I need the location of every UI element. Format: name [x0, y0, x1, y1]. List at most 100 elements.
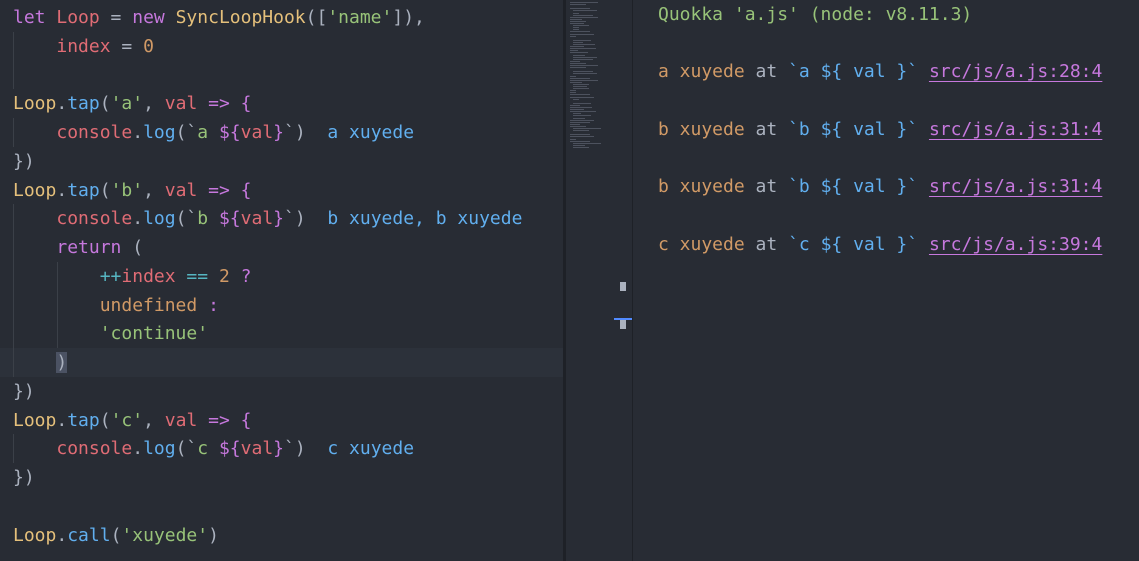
- minimap-line: [570, 75, 576, 77]
- code-token: ,: [143, 93, 165, 115]
- code-token: .: [56, 179, 68, 201]
- minimap-line: [573, 102, 591, 104]
- minimap[interactable]: [566, 0, 614, 561]
- code-line[interactable]: let Loop = new SyncLoopHook(['name']),: [0, 3, 563, 32]
- code-token: .: [132, 122, 144, 143]
- source-location-link[interactable]: src/js/a.js:28:4: [929, 61, 1102, 82]
- minimap-line: [570, 60, 580, 62]
- output-entry: a xuyede at `a ${ val }` src/js/a.js:28:…: [658, 57, 1102, 86]
- quokka-output-pane[interactable]: Quokka 'a.js' (node: v8.11.3) a xuyede a…: [633, 0, 1139, 561]
- minimap-line: [570, 119, 594, 121]
- minimap-line: [570, 79, 598, 81]
- source-location-link[interactable]: src/js/a.js:39:4: [929, 234, 1102, 255]
- source-location-link[interactable]: src/js/a.js:31:4: [929, 119, 1102, 140]
- output-value: a xuyede: [658, 61, 745, 82]
- code-token: ,: [143, 409, 165, 431]
- output-at-label: at: [744, 176, 789, 197]
- code-token: console: [56, 122, 133, 143]
- code-token: tap: [67, 93, 100, 115]
- minimap-line: [573, 128, 601, 129]
- code-token: }): [13, 380, 35, 402]
- minimap-line: [573, 44, 595, 45]
- code-token: val: [240, 438, 274, 460]
- minimap-line: [570, 50, 578, 52]
- code-token: ([: [305, 7, 328, 28]
- code-line[interactable]: [0, 492, 563, 521]
- minimap-line: [573, 25, 589, 27]
- minimap-line: [570, 104, 580, 106]
- code-line[interactable]: ++index == 2 ?: [0, 262, 563, 291]
- code-token: ${: [218, 208, 241, 230]
- code-token: 'name': [327, 7, 393, 28]
- code-token: .: [56, 93, 68, 115]
- code-token: val: [164, 93, 198, 115]
- minimap-line: [570, 136, 594, 138]
- minimap-line: [570, 35, 576, 37]
- code-token: 'b': [110, 179, 144, 201]
- code-line[interactable]: Loop.call('xuyede'): [0, 521, 563, 550]
- minimap-line: [573, 29, 579, 31]
- code-token: log: [143, 122, 176, 143]
- minimap-line: [570, 52, 588, 54]
- editor-scrollbar[interactable]: [614, 0, 633, 561]
- code-line[interactable]: }): [0, 147, 563, 176]
- code-line[interactable]: }): [0, 377, 563, 406]
- code-token: .: [132, 208, 144, 230]
- code-token: val: [164, 409, 198, 431]
- minimap-line: [573, 117, 585, 119]
- minimap-line: [570, 4, 586, 6]
- scrollbar-marker: [620, 282, 626, 291]
- code-line[interactable]: console.log(`c ${val}`) c xuyede: [0, 434, 563, 463]
- code-token: Loop: [13, 524, 57, 546]
- minimap-line: [573, 58, 593, 60]
- code-editor-pane[interactable]: let Loop = new SyncLoopHook(['name']), i…: [0, 0, 563, 561]
- minimap-line: [573, 54, 585, 56]
- code-line[interactable]: [0, 61, 563, 90]
- code-token: console: [56, 438, 133, 460]
- minimap-line: [573, 10, 597, 12]
- code-token: 2: [218, 265, 230, 287]
- code-token: => {: [197, 93, 252, 115]
- code-token: 'a': [110, 93, 144, 115]
- code-token: (: [121, 237, 144, 258]
- minimap-line: [570, 62, 586, 64]
- minimap-line: [573, 73, 597, 75]
- code-token: call: [67, 524, 111, 546]
- code-line[interactable]: Loop.tap('c', val => {: [0, 406, 563, 435]
- code-token: }): [13, 467, 35, 488]
- code-line[interactable]: Loop.tap('b', val => {: [0, 176, 563, 205]
- code-token: Loop: [13, 179, 57, 201]
- source-location-link[interactable]: src/js/a.js:31:4: [929, 176, 1102, 197]
- code-line[interactable]: undefined :: [0, 291, 563, 320]
- code-token: Loop: [56, 7, 100, 28]
- code-token: SyncLoopHook: [175, 7, 306, 28]
- minimap-line: [573, 98, 579, 100]
- code-line[interactable]: ): [0, 348, 563, 377]
- code-token: => {: [197, 409, 252, 431]
- code-line[interactable]: console.log(`a ${val}`) a xuyede: [0, 118, 563, 147]
- code-line[interactable]: index = 0: [0, 32, 563, 61]
- minimap-line: [570, 33, 594, 35]
- code-line[interactable]: Loop.tap('a', val => {: [0, 89, 563, 118]
- code-token: (: [99, 93, 111, 115]
- code-token: return: [56, 237, 122, 258]
- minimap-line: [570, 111, 596, 113]
- code-token: `): [284, 438, 306, 460]
- code-line[interactable]: console.log(`b ${val}`) b xuyede, b xuye…: [0, 204, 563, 233]
- code-line[interactable]: }): [0, 463, 563, 492]
- code-line[interactable]: return (: [0, 233, 563, 262]
- code-line[interactable]: 'continue': [0, 319, 563, 348]
- code-token: 'c': [110, 409, 144, 431]
- minimap-line: [570, 8, 590, 10]
- code-token: }: [273, 208, 284, 230]
- minimap-line: [570, 67, 586, 69]
- output-entry: b xuyede at `b ${ val }` src/js/a.js:31:…: [658, 115, 1102, 144]
- output-entry: b xuyede at `b ${ val }` src/js/a.js:31:…: [658, 172, 1102, 201]
- minimap-line: [570, 16, 598, 18]
- code-token: ): [208, 524, 219, 546]
- output-expression: `a ${ val }`: [788, 61, 919, 82]
- indent-guide: [13, 434, 14, 463]
